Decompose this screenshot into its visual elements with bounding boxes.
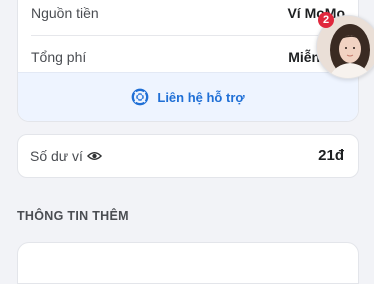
wallet-balance-value: 21đ (318, 147, 344, 164)
total-fee-row: Tổng phí Miễn phí (31, 49, 345, 69)
additional-info-card (17, 242, 359, 284)
transaction-summary-card: Nguồn tiền Ví MoMo Tổng phí Miễn phí Liê… (17, 0, 359, 122)
lifebuoy-icon (132, 88, 149, 106)
contact-support-button[interactable]: Liên hệ hỗ trợ (18, 72, 358, 121)
source-of-funds-label: Nguồn tiền (31, 5, 99, 21)
notification-badge: 2 (318, 12, 334, 28)
wallet-balance-label: Số dư ví (30, 148, 83, 164)
divider (31, 35, 345, 36)
section-title: THÔNG TIN THÊM (17, 209, 129, 223)
eye-icon[interactable] (87, 150, 102, 162)
wallet-balance-card: Số dư ví 21đ (17, 134, 359, 178)
contact-support-label: Liên hệ hỗ trợ (157, 89, 245, 105)
total-fee-label: Tổng phí (31, 49, 87, 65)
source-of-funds-row: Nguồn tiền Ví MoMo (31, 5, 345, 25)
